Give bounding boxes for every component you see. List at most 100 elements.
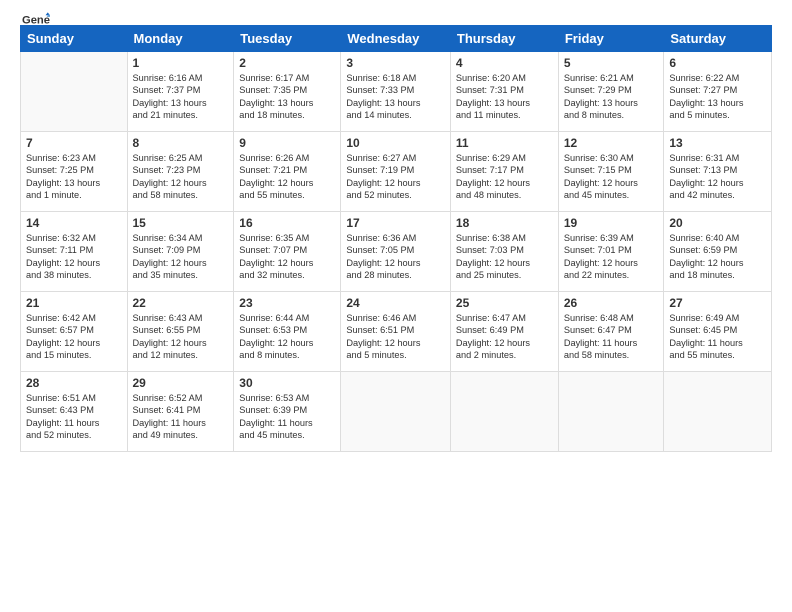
day-info: Sunrise: 6:43 AM Sunset: 6:55 PM Dayligh… (133, 312, 229, 362)
day-number: 15 (133, 216, 229, 230)
calendar-cell: 16 Sunrise: 6:35 AM Sunset: 7:07 PM Dayli… (234, 212, 341, 292)
calendar-cell: 9 Sunrise: 6:26 AM Sunset: 7:21 PM Daylig… (234, 132, 341, 212)
day-info: Sunrise: 6:42 AM Sunset: 6:57 PM Dayligh… (26, 312, 122, 362)
calendar-cell: 2 Sunrise: 6:17 AM Sunset: 7:35 PM Daylig… (234, 52, 341, 132)
calendar-cell (21, 52, 128, 132)
day-number: 18 (456, 216, 553, 230)
calendar-cell: 21 Sunrise: 6:42 AM Sunset: 6:57 PM Dayli… (21, 292, 128, 372)
day-number: 24 (346, 296, 445, 310)
day-info: Sunrise: 6:52 AM Sunset: 6:41 PM Dayligh… (133, 392, 229, 442)
calendar-cell (450, 372, 558, 452)
col-header-monday: Monday (127, 26, 234, 52)
day-number: 7 (26, 136, 122, 150)
calendar-cell: 8 Sunrise: 6:25 AM Sunset: 7:23 PM Daylig… (127, 132, 234, 212)
day-info: Sunrise: 6:31 AM Sunset: 7:13 PM Dayligh… (669, 152, 766, 202)
calendar-cell: 3 Sunrise: 6:18 AM Sunset: 7:33 PM Daylig… (341, 52, 451, 132)
day-number: 5 (564, 56, 659, 70)
day-number: 3 (346, 56, 445, 70)
calendar-cell: 25 Sunrise: 6:47 AM Sunset: 6:49 PM Dayli… (450, 292, 558, 372)
day-info: Sunrise: 6:48 AM Sunset: 6:47 PM Dayligh… (564, 312, 659, 362)
calendar-cell: 12 Sunrise: 6:30 AM Sunset: 7:15 PM Dayli… (558, 132, 664, 212)
day-info: Sunrise: 6:44 AM Sunset: 6:53 PM Dayligh… (239, 312, 335, 362)
day-info: Sunrise: 6:39 AM Sunset: 7:01 PM Dayligh… (564, 232, 659, 282)
calendar-cell: 14 Sunrise: 6:32 AM Sunset: 7:11 PM Dayli… (21, 212, 128, 292)
day-number: 14 (26, 216, 122, 230)
day-number: 8 (133, 136, 229, 150)
calendar-cell: 1 Sunrise: 6:16 AM Sunset: 7:37 PM Daylig… (127, 52, 234, 132)
day-number: 29 (133, 376, 229, 390)
calendar-cell: 6 Sunrise: 6:22 AM Sunset: 7:27 PM Daylig… (664, 52, 772, 132)
day-number: 13 (669, 136, 766, 150)
calendar-cell: 20 Sunrise: 6:40 AM Sunset: 6:59 PM Dayli… (664, 212, 772, 292)
day-number: 4 (456, 56, 553, 70)
calendar-cell: 11 Sunrise: 6:29 AM Sunset: 7:17 PM Dayli… (450, 132, 558, 212)
day-number: 16 (239, 216, 335, 230)
day-info: Sunrise: 6:18 AM Sunset: 7:33 PM Dayligh… (346, 72, 445, 122)
day-info: Sunrise: 6:30 AM Sunset: 7:15 PM Dayligh… (564, 152, 659, 202)
calendar-cell: 5 Sunrise: 6:21 AM Sunset: 7:29 PM Daylig… (558, 52, 664, 132)
col-header-friday: Friday (558, 26, 664, 52)
day-number: 28 (26, 376, 122, 390)
day-number: 11 (456, 136, 553, 150)
day-number: 19 (564, 216, 659, 230)
day-number: 20 (669, 216, 766, 230)
day-info: Sunrise: 6:17 AM Sunset: 7:35 PM Dayligh… (239, 72, 335, 122)
calendar-cell: 15 Sunrise: 6:34 AM Sunset: 7:09 PM Dayli… (127, 212, 234, 292)
day-number: 6 (669, 56, 766, 70)
day-info: Sunrise: 6:20 AM Sunset: 7:31 PM Dayligh… (456, 72, 553, 122)
calendar-cell: 19 Sunrise: 6:39 AM Sunset: 7:01 PM Dayli… (558, 212, 664, 292)
day-info: Sunrise: 6:49 AM Sunset: 6:45 PM Dayligh… (669, 312, 766, 362)
calendar-cell: 26 Sunrise: 6:48 AM Sunset: 6:47 PM Dayli… (558, 292, 664, 372)
day-number: 23 (239, 296, 335, 310)
day-info: Sunrise: 6:32 AM Sunset: 7:11 PM Dayligh… (26, 232, 122, 282)
day-number: 30 (239, 376, 335, 390)
day-number: 27 (669, 296, 766, 310)
col-header-tuesday: Tuesday (234, 26, 341, 52)
day-info: Sunrise: 6:34 AM Sunset: 7:09 PM Dayligh… (133, 232, 229, 282)
calendar-cell: 7 Sunrise: 6:23 AM Sunset: 7:25 PM Daylig… (21, 132, 128, 212)
day-info: Sunrise: 6:16 AM Sunset: 7:37 PM Dayligh… (133, 72, 229, 122)
day-info: Sunrise: 6:36 AM Sunset: 7:05 PM Dayligh… (346, 232, 445, 282)
calendar-cell: 4 Sunrise: 6:20 AM Sunset: 7:31 PM Daylig… (450, 52, 558, 132)
calendar-cell (664, 372, 772, 452)
day-number: 10 (346, 136, 445, 150)
day-info: Sunrise: 6:38 AM Sunset: 7:03 PM Dayligh… (456, 232, 553, 282)
day-info: Sunrise: 6:29 AM Sunset: 7:17 PM Dayligh… (456, 152, 553, 202)
col-header-wednesday: Wednesday (341, 26, 451, 52)
day-info: Sunrise: 6:35 AM Sunset: 7:07 PM Dayligh… (239, 232, 335, 282)
day-info: Sunrise: 6:46 AM Sunset: 6:51 PM Dayligh… (346, 312, 445, 362)
calendar-cell (341, 372, 451, 452)
calendar-cell (558, 372, 664, 452)
calendar-cell: 23 Sunrise: 6:44 AM Sunset: 6:53 PM Dayli… (234, 292, 341, 372)
day-number: 22 (133, 296, 229, 310)
day-number: 1 (133, 56, 229, 70)
day-number: 9 (239, 136, 335, 150)
calendar-cell: 30 Sunrise: 6:53 AM Sunset: 6:39 PM Dayli… (234, 372, 341, 452)
col-header-thursday: Thursday (450, 26, 558, 52)
calendar-cell: 17 Sunrise: 6:36 AM Sunset: 7:05 PM Dayli… (341, 212, 451, 292)
day-info: Sunrise: 6:27 AM Sunset: 7:19 PM Dayligh… (346, 152, 445, 202)
day-number: 12 (564, 136, 659, 150)
day-number: 2 (239, 56, 335, 70)
day-number: 25 (456, 296, 553, 310)
calendar-cell: 18 Sunrise: 6:38 AM Sunset: 7:03 PM Dayli… (450, 212, 558, 292)
calendar-cell: 28 Sunrise: 6:51 AM Sunset: 6:43 PM Dayli… (21, 372, 128, 452)
day-info: Sunrise: 6:53 AM Sunset: 6:39 PM Dayligh… (239, 392, 335, 442)
calendar-cell: 13 Sunrise: 6:31 AM Sunset: 7:13 PM Dayli… (664, 132, 772, 212)
day-info: Sunrise: 6:47 AM Sunset: 6:49 PM Dayligh… (456, 312, 553, 362)
day-info: Sunrise: 6:25 AM Sunset: 7:23 PM Dayligh… (133, 152, 229, 202)
calendar-cell: 27 Sunrise: 6:49 AM Sunset: 6:45 PM Dayli… (664, 292, 772, 372)
day-info: Sunrise: 6:21 AM Sunset: 7:29 PM Dayligh… (564, 72, 659, 122)
day-info: Sunrise: 6:23 AM Sunset: 7:25 PM Dayligh… (26, 152, 122, 202)
calendar-cell: 10 Sunrise: 6:27 AM Sunset: 7:19 PM Dayli… (341, 132, 451, 212)
day-number: 26 (564, 296, 659, 310)
col-header-saturday: Saturday (664, 26, 772, 52)
day-info: Sunrise: 6:40 AM Sunset: 6:59 PM Dayligh… (669, 232, 766, 282)
calendar-table: SundayMondayTuesdayWednesdayThursdayFrid… (20, 25, 772, 452)
day-info: Sunrise: 6:26 AM Sunset: 7:21 PM Dayligh… (239, 152, 335, 202)
day-info: Sunrise: 6:22 AM Sunset: 7:27 PM Dayligh… (669, 72, 766, 122)
day-info: Sunrise: 6:51 AM Sunset: 6:43 PM Dayligh… (26, 392, 122, 442)
calendar-cell: 22 Sunrise: 6:43 AM Sunset: 6:55 PM Dayli… (127, 292, 234, 372)
day-number: 17 (346, 216, 445, 230)
day-number: 21 (26, 296, 122, 310)
